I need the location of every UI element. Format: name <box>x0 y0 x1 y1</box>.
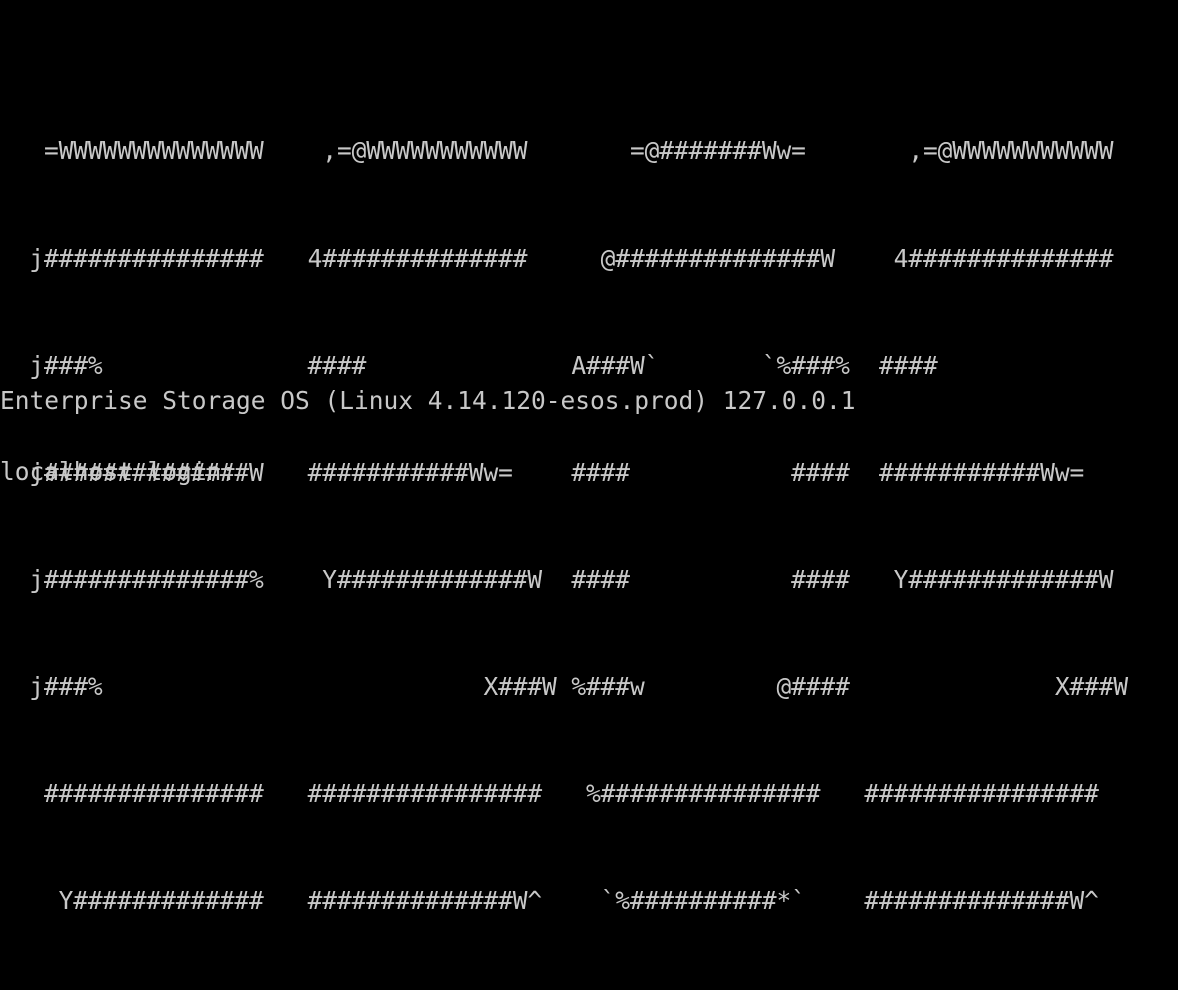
login-row: localhost login: <box>0 455 851 489</box>
banner-line: j############### 4############## @######… <box>0 243 1114 273</box>
console-screen: =WWWWWWWWWWWWWW ,=@WWWWWWWWWWW =@#######… <box>0 0 1178 915</box>
banner-line: ############### ################ %######… <box>0 778 1099 808</box>
banner-line: j###% #### A###W` `%###% #### <box>0 350 938 380</box>
banner-line: j###% X###W %###w @#### X###W <box>0 671 1129 701</box>
banner-line: =WWWWWWWWWWWWWW ,=@WWWWWWWWWWW =@#######… <box>0 136 1114 166</box>
login-input[interactable] <box>250 455 851 489</box>
banner-line: j##############% Y#############W #### ##… <box>0 564 1114 594</box>
system-issue-text: Enterprise Storage OS (Linux 4.14.120-es… <box>0 386 856 415</box>
banner-line: Y############# ##############W^ `%######… <box>0 886 1099 916</box>
esos-ascii-banner: =WWWWWWWWWWWWWW ,=@WWWWWWWWWWW =@#######… <box>0 62 1128 990</box>
login-prompt: localhost login: <box>0 457 251 486</box>
